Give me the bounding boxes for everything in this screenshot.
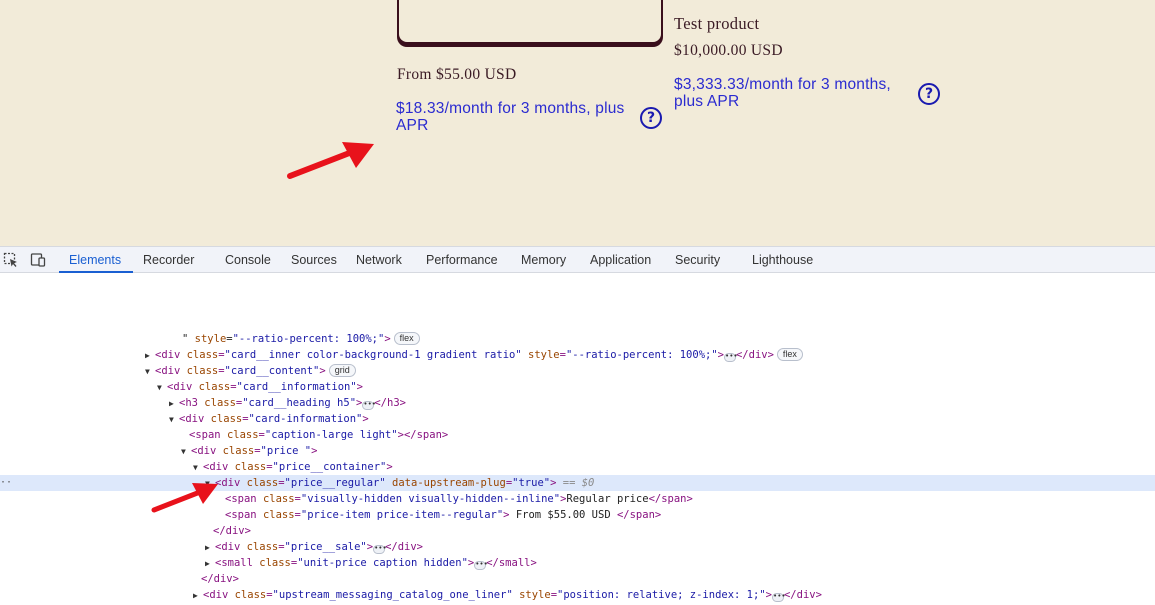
card2-product-heading[interactable]: Test product [674, 14, 759, 34]
expanded-triangle-icon[interactable]: ▼ [145, 364, 155, 380]
dom-tree-line[interactable]: </div> [0, 523, 1155, 539]
device-toolbar-icon[interactable] [30, 252, 46, 268]
dom-tree-line[interactable]: </div> [0, 571, 1155, 587]
dom-tree-line[interactable]: ▶ <div class="upstream_messaging_catalog_… [0, 587, 1155, 603]
collapsed-triangle-icon[interactable]: ▶ [205, 540, 215, 556]
dom-tree-line[interactable]: ▶ <div class="card__inner color-backgroun… [0, 347, 1155, 363]
grid-badge[interactable]: grid [328, 364, 356, 377]
dom-tree-line[interactable]: ▶ <small class="unit-price caption hidden… [0, 555, 1155, 571]
devtools-tab-bar: Elements Recorder Console Sources Networ… [0, 246, 1155, 273]
collapsed-triangle-icon[interactable]: ▶ [145, 348, 155, 364]
tab-elements[interactable]: Elements [69, 253, 121, 267]
storefront-viewport: From $55.00 USD $18.33/month for 3 month… [0, 0, 1155, 246]
tab-security[interactable]: Security [675, 253, 720, 267]
tab-lighthouse[interactable]: Lighthouse [752, 253, 813, 267]
dom-tree-line[interactable]: ▼ <div class="price__container"> [0, 459, 1155, 475]
ellipsis-icon[interactable]: ••• [474, 561, 488, 570]
red-arrow-annotation-icon [287, 142, 374, 179]
active-tab-indicator [59, 271, 133, 273]
dom-tree-line[interactable]: ▼ <div class="price "> [0, 443, 1155, 459]
dom-tree-line[interactable]: ▼ <div class="card__information"> [0, 379, 1155, 395]
collapsed-triangle-icon[interactable]: ▶ [169, 396, 179, 412]
card1-installment-message: $18.33/month for 3 months, plus APR [396, 100, 625, 134]
question-circle-icon[interactable]: ? [918, 83, 940, 105]
inspect-element-icon[interactable] [3, 252, 19, 268]
collapsed-triangle-icon[interactable]: ▶ [193, 588, 203, 604]
expanded-triangle-icon[interactable]: ▼ [169, 412, 179, 428]
dom-tree-line[interactable]: ▶ <h3 class="card__heading h5">•••</h3> [0, 395, 1155, 411]
expanded-triangle-icon[interactable]: ▼ [181, 444, 191, 460]
dom-tree-line[interactable]: ▼ <div class="card__content"> grid [0, 363, 1155, 379]
dom-tree-line[interactable]: " style="--ratio-percent: 100%;"> flex [0, 331, 1155, 347]
flex-badge[interactable]: flex [393, 332, 420, 345]
tab-network[interactable]: Network [356, 253, 402, 267]
expanded-triangle-icon[interactable]: ▼ [157, 380, 167, 396]
product-card-image-frame[interactable] [397, 0, 663, 44]
flex-badge[interactable]: flex [776, 348, 803, 361]
card2-price: $10,000.00 USD [674, 42, 783, 59]
tab-sources[interactable]: Sources [291, 253, 337, 267]
tab-application[interactable]: Application [590, 253, 651, 267]
question-circle-icon[interactable]: ? [640, 107, 662, 129]
tab-recorder[interactable]: Recorder [143, 253, 194, 267]
dom-tree-line[interactable]: <span class="caption-large light"></span… [0, 427, 1155, 443]
tab-memory[interactable]: Memory [521, 253, 566, 267]
ellipsis-icon[interactable]: ••• [723, 353, 738, 362]
devtools-panel: Elements Recorder Console Sources Networ… [0, 246, 1155, 605]
expanded-triangle-icon[interactable]: ▼ [193, 460, 203, 476]
gutter-dots-icon[interactable]: ·· [0, 475, 12, 491]
dom-tree-line[interactable]: ▼ <div class="card-information"> [0, 411, 1155, 427]
collapsed-triangle-icon[interactable]: ▶ [205, 556, 215, 572]
ellipsis-icon[interactable]: ••• [362, 401, 376, 410]
ellipsis-icon[interactable]: ••• [373, 545, 387, 554]
tab-console[interactable]: Console [225, 253, 271, 267]
ellipsis-icon[interactable]: ••• [771, 593, 786, 602]
card2-installment-message: $3,333.33/month for 3 months, plus APR [674, 76, 891, 110]
tab-performance[interactable]: Performance [426, 253, 498, 267]
card1-price-from: From $55.00 USD [397, 66, 517, 83]
red-arrow-annotation-icon [151, 483, 218, 513]
dom-tree-line[interactable]: ▶ <div class="price__sale">•••</div> [0, 539, 1155, 555]
